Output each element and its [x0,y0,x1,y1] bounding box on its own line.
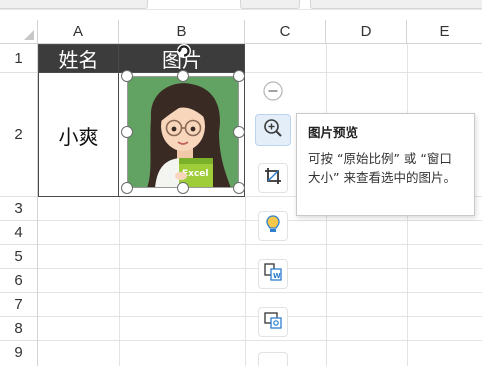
resize-handle-top[interactable] [177,70,189,82]
ribbon-tab-left [0,0,148,9]
crop-icon [263,166,283,190]
cell-a2[interactable]: 小爽 [38,73,119,197]
gridline [38,244,482,245]
bulb-icon [263,214,283,238]
embedded-picture[interactable]: Excel [127,76,239,188]
gridline [38,340,482,341]
row-header-9[interactable]: 9 [0,341,38,366]
image-link-button[interactable] [255,306,291,338]
collapse-icon[interactable] [262,80,284,102]
svg-text:W: W [273,272,281,280]
ribbon-edge [0,0,482,10]
gridline [245,72,482,73]
image-link-icon [263,310,283,334]
row-header-2[interactable]: 2 [0,73,38,197]
zoom-in-button[interactable] [255,114,291,146]
ribbon-tab-right [310,0,482,9]
table-divider [118,44,119,197]
resize-handle-left[interactable] [121,126,133,138]
column-header-b[interactable]: B [119,20,245,44]
resize-handle-top-left[interactable] [121,70,133,82]
row-header-4[interactable]: 4 [0,221,38,245]
rotate-handle-icon[interactable] [176,43,192,59]
row-header-6[interactable]: 6 [0,269,38,293]
column-header-e[interactable]: E [407,20,482,44]
row-header-7[interactable]: 7 [0,293,38,317]
resize-handle-bottom[interactable] [177,182,189,194]
row-header-3[interactable]: 3 [0,197,38,221]
row-header-1[interactable]: 1 [0,44,38,73]
zoom-in-icon [262,117,284,143]
table-divider [38,72,245,73]
column-header-a[interactable]: A [38,20,119,44]
column-header-c[interactable]: C [245,20,326,44]
column-header-d[interactable]: D [326,20,407,44]
crop-button[interactable] [255,162,291,194]
resize-handle-bottom-right[interactable] [233,182,245,194]
resize-handle-right[interactable] [233,126,245,138]
ribbon-tab-mid [240,0,300,9]
tooltip-body: 可按 “原始比例” 或 “窗口大小” 来查看选中的图片。 [308,151,456,185]
gridline [38,292,482,293]
cell-a1[interactable]: 姓名 [38,44,119,73]
more-toolbar-button[interactable] [255,352,291,366]
resize-handle-bottom-left[interactable] [121,182,133,194]
row-header-5[interactable]: 5 [0,245,38,269]
smart-button[interactable] [255,210,291,242]
convert-image-icon: W [263,262,283,286]
tooltip-title: 图片预览 [308,125,359,140]
convert-image-button[interactable]: W [255,258,291,290]
row-header-8[interactable]: 8 [0,317,38,341]
select-all-button[interactable] [0,20,38,44]
resize-handle-top-right[interactable] [233,70,245,82]
picture-preview-tooltip: 图片预览 可按 “原始比例” 或 “窗口大小” 来查看选中的图片。 [296,113,475,216]
